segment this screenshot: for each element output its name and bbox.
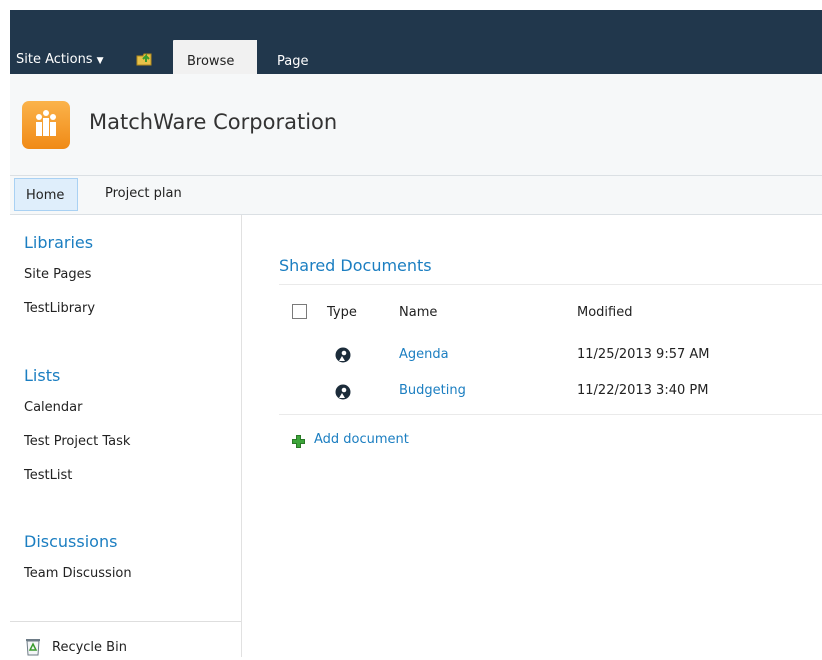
ql-item-test-project-task[interactable]: Test Project Task	[24, 434, 130, 449]
caret-down-icon: ▼	[96, 56, 104, 66]
ql-item-team-discussion[interactable]: Team Discussion	[24, 566, 132, 581]
plus-icon[interactable]	[292, 433, 305, 448]
site-actions-menu[interactable]: Site Actions ▼	[16, 52, 104, 67]
ql-heading-lists[interactable]: Lists	[24, 366, 60, 385]
tab-browse[interactable]: Browse	[173, 40, 257, 74]
ribbon-bar	[10, 10, 822, 74]
ql-item-calendar[interactable]: Calendar	[24, 400, 82, 415]
modified-date: 11/25/2013 9:57 AM	[577, 347, 710, 362]
recycle-bin-icon[interactable]	[24, 636, 42, 656]
folder-up-icon[interactable]	[136, 51, 154, 67]
nav-home[interactable]: Home	[14, 178, 78, 211]
recycle-bin-link[interactable]: Recycle Bin	[52, 640, 127, 655]
document-icon[interactable]	[335, 384, 351, 400]
ql-item-site-pages[interactable]: Site Pages	[24, 267, 91, 282]
webpart-title[interactable]: Shared Documents	[279, 256, 432, 275]
column-header-modified[interactable]: Modified	[577, 305, 632, 320]
column-header-type[interactable]: Type	[327, 305, 357, 320]
tab-browse-label: Browse	[187, 54, 235, 69]
tab-page[interactable]: Page	[277, 54, 308, 69]
column-header-name[interactable]: Name	[399, 305, 437, 320]
ql-divider	[10, 621, 241, 622]
document-link-agenda[interactable]: Agenda	[399, 347, 449, 362]
webpart-title-divider	[279, 284, 822, 285]
select-all-checkbox[interactable]	[292, 304, 307, 319]
nav-home-label: Home	[26, 188, 65, 203]
site-logo[interactable]	[22, 101, 70, 149]
ql-item-testlist[interactable]: TestList	[24, 468, 72, 483]
list-footer-divider	[279, 414, 822, 415]
ql-item-testlibrary[interactable]: TestLibrary	[24, 301, 95, 316]
ql-heading-discussions[interactable]: Discussions	[24, 532, 117, 551]
modified-date: 11/22/2013 3:40 PM	[577, 383, 709, 398]
site-title[interactable]: MatchWare Corporation	[89, 110, 337, 134]
ql-heading-libraries[interactable]: Libraries	[24, 233, 93, 252]
document-link-budgeting[interactable]: Budgeting	[399, 383, 466, 398]
add-document-link[interactable]: Add document	[314, 432, 409, 447]
document-icon[interactable]	[335, 347, 351, 363]
nav-project-plan[interactable]: Project plan	[105, 186, 182, 201]
site-actions-label: Site Actions	[16, 52, 93, 67]
